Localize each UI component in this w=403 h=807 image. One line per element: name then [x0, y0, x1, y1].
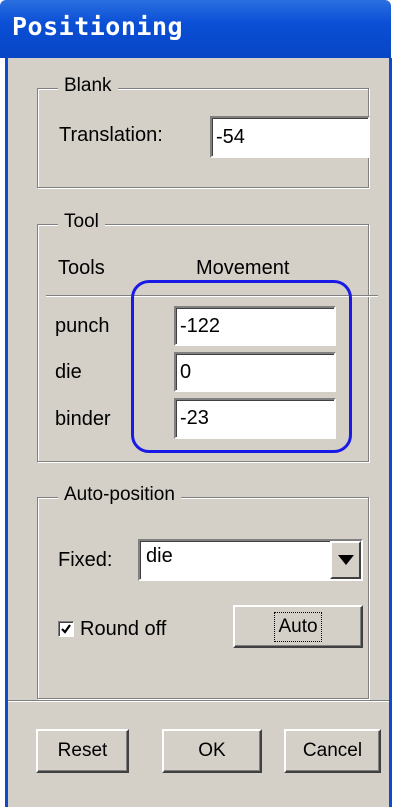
- fixed-select-dropdown-button[interactable]: [330, 541, 361, 579]
- translation-label: Translation:: [59, 124, 163, 146]
- tools-column-header: Tools: [58, 257, 105, 279]
- ok-button[interactable]: OK: [162, 729, 262, 773]
- cancel-button-label: Cancel: [302, 740, 363, 761]
- translation-input[interactable]: [210, 116, 370, 158]
- bottom-divider-highlight: [8, 701, 389, 702]
- movement-highlight-box: [131, 280, 352, 453]
- checkmark-icon: [61, 624, 71, 634]
- blank-group-label: Blank: [58, 75, 118, 97]
- ok-button-label: OK: [198, 740, 226, 761]
- reset-button[interactable]: Reset: [36, 729, 129, 773]
- round-off-checkbox[interactable]: [58, 621, 74, 637]
- tool-group-label: Tool: [58, 211, 105, 233]
- tool-name-binder: binder: [55, 408, 111, 430]
- fixed-label: Fixed:: [58, 549, 113, 571]
- cancel-button[interactable]: Cancel: [284, 729, 381, 773]
- round-off-label[interactable]: Round off: [80, 618, 166, 641]
- chevron-down-icon: [337, 555, 354, 565]
- positioning-window: Positioning Blank Translation: Tool Tool…: [0, 0, 392, 807]
- title-bar[interactable]: Positioning: [0, 0, 391, 58]
- blank-group: Blank Translation:: [37, 75, 370, 188]
- auto-position-group-label: Auto-position: [58, 484, 181, 506]
- tool-name-punch: punch: [55, 315, 110, 337]
- auto-position-group: Auto-position Fixed: die Round off Auto: [37, 484, 369, 699]
- dialog-body: Blank Translation: Tool Tools Movement p…: [5, 58, 392, 807]
- auto-button-label: Auto: [274, 611, 322, 642]
- fixed-select-value: die: [146, 545, 173, 567]
- window-title: Positioning: [12, 12, 184, 41]
- movement-column-header: Movement: [196, 257, 290, 279]
- auto-button[interactable]: Auto: [233, 605, 363, 648]
- reset-button-label: Reset: [57, 740, 108, 761]
- tool-name-die: die: [55, 361, 82, 383]
